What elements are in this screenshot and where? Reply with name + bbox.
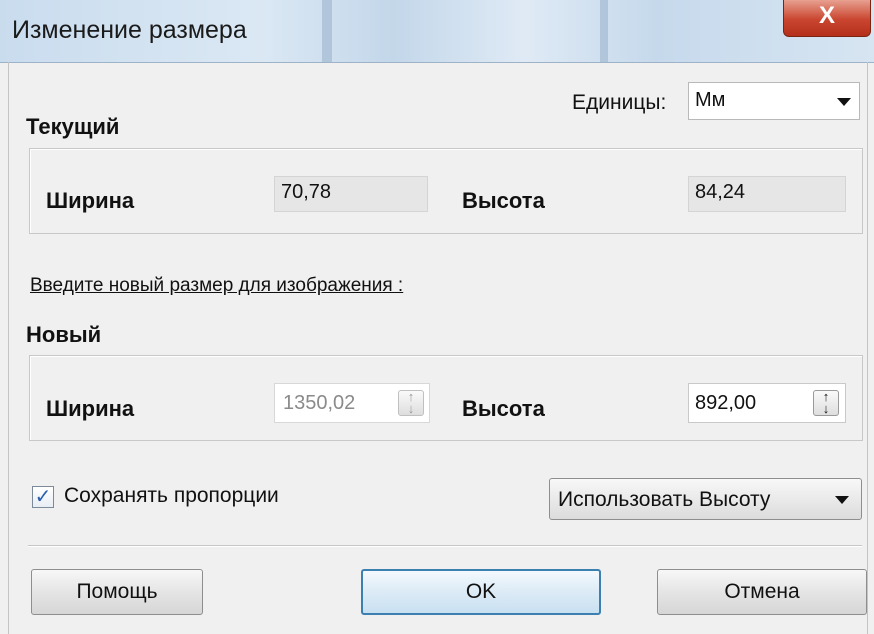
title-bar-decoration: [322, 0, 332, 62]
title-bar-decoration: [600, 0, 608, 62]
current-height-label: Высота: [462, 188, 545, 213]
keep-proportions-label[interactable]: Сохранять пропорции: [64, 484, 279, 508]
title-bar: Изменение размера X: [0, 0, 874, 63]
current-height-value: 84,24: [688, 176, 846, 212]
window-title: Изменение размера: [12, 16, 247, 44]
new-width-input[interactable]: 1350,02 ↑ ↓: [274, 383, 430, 423]
chevron-down-icon: [835, 496, 849, 504]
current-width-value: 70,78: [274, 176, 428, 212]
new-height-input[interactable]: 892,00 ↑ ↓: [688, 383, 846, 423]
new-size-prompt: Введите новый размер для изображения :: [30, 275, 404, 296]
keep-proportions-checkbox[interactable]: ✓: [32, 486, 54, 508]
current-width-label: Ширина: [46, 188, 135, 213]
spin-arrows-icon[interactable]: ↑ ↓: [398, 390, 424, 416]
help-button[interactable]: Помощь: [31, 569, 203, 615]
checkmark-icon: ✓: [34, 486, 52, 508]
units-value: Мм: [695, 89, 726, 111]
units-select[interactable]: Мм: [688, 82, 860, 120]
new-height-label: Высота: [462, 396, 545, 421]
spin-arrows-icon[interactable]: ↑ ↓: [813, 390, 839, 416]
use-dimension-value: Использовать Высоту: [558, 488, 771, 511]
separator: [28, 545, 862, 547]
chevron-down-icon: [837, 98, 851, 106]
units-label: Единицы:: [572, 91, 667, 114]
use-dimension-select[interactable]: Использовать Высоту: [549, 478, 862, 520]
close-icon: X: [818, 2, 835, 29]
cancel-button[interactable]: Отмена: [657, 569, 867, 615]
ok-button[interactable]: OK: [361, 569, 601, 615]
close-button[interactable]: X: [783, 0, 871, 37]
current-section-title: Текущий: [26, 114, 120, 139]
new-section-title: Новый: [26, 322, 102, 347]
new-width-label: Ширина: [46, 396, 135, 421]
